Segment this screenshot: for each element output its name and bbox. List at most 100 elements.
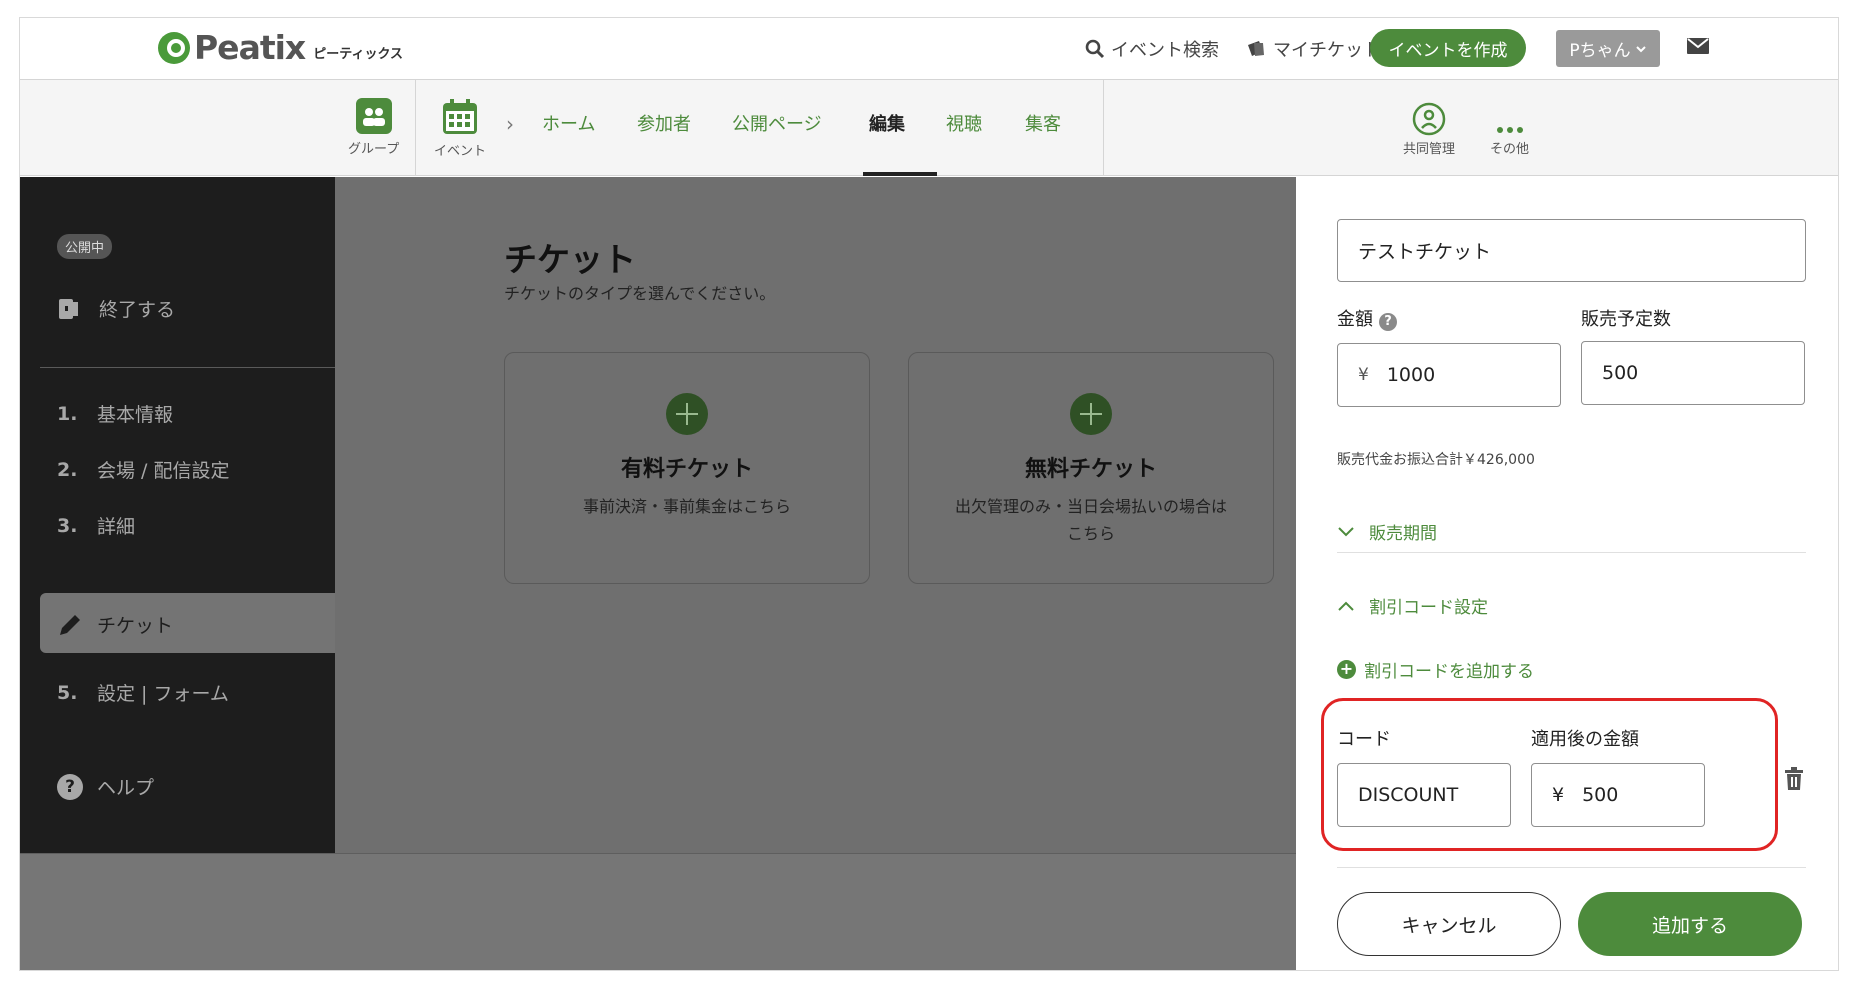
sidebar-item-label: 詳細 bbox=[97, 516, 136, 538]
price-label-text: 金額 bbox=[1337, 309, 1373, 330]
event-search-label: イベント検索 bbox=[1111, 40, 1219, 61]
help-icon[interactable]: ? bbox=[1379, 313, 1397, 331]
tab-viewing[interactable]: 視聴 bbox=[946, 110, 982, 136]
sales-period-toggle[interactable]: 販売期間 bbox=[1337, 519, 1437, 544]
card-description: 事前決済・事前集金はこちら bbox=[582, 497, 791, 516]
peatix-logo[interactable]: Peatix ピーティックス bbox=[158, 30, 403, 66]
sidebar-item-label: 設定 | フォーム bbox=[97, 683, 229, 705]
section-divider bbox=[1337, 552, 1806, 553]
currency-symbol: ¥ bbox=[1552, 784, 1565, 806]
search-icon bbox=[1085, 39, 1105, 59]
create-event-button[interactable]: イベントを作成 bbox=[1370, 29, 1526, 67]
user-menu-button[interactable]: Pちゃん bbox=[1556, 30, 1660, 67]
plus-circle-icon bbox=[1070, 393, 1112, 435]
ticket-name-input[interactable]: テストチケット bbox=[1337, 219, 1806, 282]
help-circle-icon: ? bbox=[57, 773, 83, 800]
cancel-button[interactable]: キャンセル bbox=[1337, 892, 1561, 956]
top-header: Peatix ピーティックス イベント検索 マイチケット イベントを作成 Pちゃ… bbox=[20, 18, 1838, 80]
sales-total-text: 販売代金お振込合計￥426,000 bbox=[1337, 452, 1535, 468]
help-link[interactable]: ? ヘルプ bbox=[57, 773, 154, 800]
status-badge: 公開中 bbox=[57, 234, 113, 259]
tab-home[interactable]: ホーム bbox=[542, 110, 595, 136]
event-search-link[interactable]: イベント検索 bbox=[1085, 36, 1219, 62]
discount-section-label: 割引コード設定 bbox=[1369, 598, 1488, 618]
sidebar-item-number: 3. bbox=[57, 514, 78, 537]
nav-co-manage[interactable]: 共同管理 bbox=[1403, 102, 1455, 157]
add-discount-code-link[interactable]: + 割引コードを追加する bbox=[1337, 657, 1534, 682]
user-name: Pちゃん bbox=[1569, 41, 1631, 61]
card-title: 無料チケット bbox=[1024, 457, 1157, 482]
sidebar-item-basic-info[interactable]: 1. 基本情報 bbox=[57, 400, 173, 427]
subnav-divider bbox=[415, 80, 416, 176]
calendar-icon bbox=[443, 99, 477, 134]
logo-kana: ピーティックス bbox=[313, 47, 404, 62]
price-value: 1000 bbox=[1386, 364, 1436, 386]
price-label: 金額? bbox=[1337, 305, 1397, 331]
ticket-edit-panel: テストチケット 金額? 販売予定数 ¥ 1000 500 販売代金お振込合計￥4… bbox=[1296, 177, 1838, 970]
section-divider bbox=[1337, 867, 1806, 868]
sidebar-item-label: 会場 / 配信設定 bbox=[97, 460, 230, 482]
mail-icon[interactable] bbox=[1687, 38, 1709, 54]
peatix-logo-icon bbox=[158, 32, 190, 64]
event-subnav: グループ イベント › ホーム 参加者 公開ページ 編集 視聴 集客 共同管理 … bbox=[20, 80, 1838, 176]
ticket-icon bbox=[1248, 41, 1264, 56]
sidebar-item-venue[interactable]: 2. 会場 / 配信設定 bbox=[57, 456, 229, 483]
co-manage-label: 共同管理 bbox=[1403, 142, 1456, 157]
sidebar-item-settings[interactable]: 5. 設定 | フォーム bbox=[57, 679, 229, 706]
more-dots-icon bbox=[1496, 127, 1523, 133]
quantity-input[interactable]: 500 bbox=[1581, 341, 1805, 405]
sidebar-item-number: 5. bbox=[57, 681, 78, 704]
nav-more[interactable]: その他 bbox=[1490, 102, 1529, 157]
overlay-footer bbox=[20, 853, 1296, 970]
my-tickets-link[interactable]: マイチケット bbox=[1245, 36, 1381, 62]
chevron-down-icon bbox=[1338, 526, 1354, 536]
tab-public-page[interactable]: 公開ページ bbox=[732, 110, 822, 136]
price-input[interactable]: ¥ 1000 bbox=[1337, 343, 1561, 407]
page-title: チケット bbox=[504, 240, 636, 279]
help-label: ヘルプ bbox=[97, 777, 155, 799]
code-label: コード bbox=[1337, 729, 1391, 750]
group-icon bbox=[355, 98, 392, 134]
plus-circle-icon: + bbox=[1337, 660, 1356, 679]
card-title: 有料チケット bbox=[620, 457, 753, 482]
discounted-price-input[interactable]: ¥ 500 bbox=[1531, 763, 1705, 827]
paid-ticket-card[interactable]: 有料チケット 事前決済・事前集金はこちら bbox=[504, 352, 870, 584]
end-event-button[interactable]: 終了する bbox=[57, 295, 175, 322]
active-tab-indicator bbox=[863, 172, 937, 176]
more-label: その他 bbox=[1490, 142, 1530, 157]
nav-group[interactable]: グループ bbox=[348, 98, 399, 157]
sidebar-divider bbox=[40, 367, 335, 368]
logo-word: Peatix bbox=[194, 28, 306, 67]
sidebar-item-number: 2. bbox=[57, 458, 78, 481]
tab-edit[interactable]: 編集 bbox=[869, 110, 905, 136]
page-subtitle: チケットのタイプを選んでください。 bbox=[504, 284, 776, 303]
co-manage-icon bbox=[1412, 102, 1446, 136]
breadcrumb-chevron-icon: › bbox=[506, 112, 514, 136]
tab-participants[interactable]: 参加者 bbox=[637, 110, 691, 136]
sidebar-item-label: 基本情報 bbox=[97, 404, 174, 426]
tab-marketing[interactable]: 集客 bbox=[1025, 110, 1061, 136]
add-discount-label: 割引コードを追加する bbox=[1364, 662, 1534, 682]
sidebar-item-details[interactable]: 3. 詳細 bbox=[57, 512, 135, 539]
chevron-down-icon bbox=[1635, 45, 1646, 52]
nav-event[interactable]: イベント bbox=[434, 98, 486, 159]
nav-event-label: イベント bbox=[434, 144, 487, 159]
sidebar-item-tickets[interactable]: チケット bbox=[57, 611, 173, 638]
nav-group-label: グループ bbox=[348, 142, 400, 157]
discount-section-toggle[interactable]: 割引コード設定 bbox=[1337, 593, 1488, 618]
discounted-price-value: 500 bbox=[1582, 784, 1619, 806]
free-ticket-card[interactable]: 無料チケット 出欠管理のみ・当日会場払いの場合はこちら bbox=[908, 352, 1274, 584]
quantity-label: 販売予定数 bbox=[1581, 309, 1671, 330]
edit-sidebar: 公開中 終了する 1. 基本情報 2. 会場 / 配信設定 3. 詳細 チケット… bbox=[20, 177, 335, 853]
chevron-up-icon bbox=[1338, 601, 1354, 611]
currency-symbol: ¥ bbox=[1358, 365, 1369, 385]
trash-icon[interactable] bbox=[1784, 767, 1804, 791]
add-ticket-button[interactable]: 追加する bbox=[1578, 892, 1802, 956]
app-window: Peatix ピーティックス イベント検索 マイチケット イベントを作成 Pちゃ… bbox=[19, 17, 1839, 971]
card-description: 出欠管理のみ・当日会場払いの場合はこちら bbox=[954, 497, 1227, 543]
sidebar-item-label: チケット bbox=[97, 615, 174, 637]
subnav-divider bbox=[1103, 80, 1104, 176]
sales-period-label: 販売期間 bbox=[1369, 524, 1437, 544]
exit-door-icon bbox=[59, 298, 78, 319]
discount-code-input[interactable]: DISCOUNT bbox=[1337, 763, 1511, 827]
